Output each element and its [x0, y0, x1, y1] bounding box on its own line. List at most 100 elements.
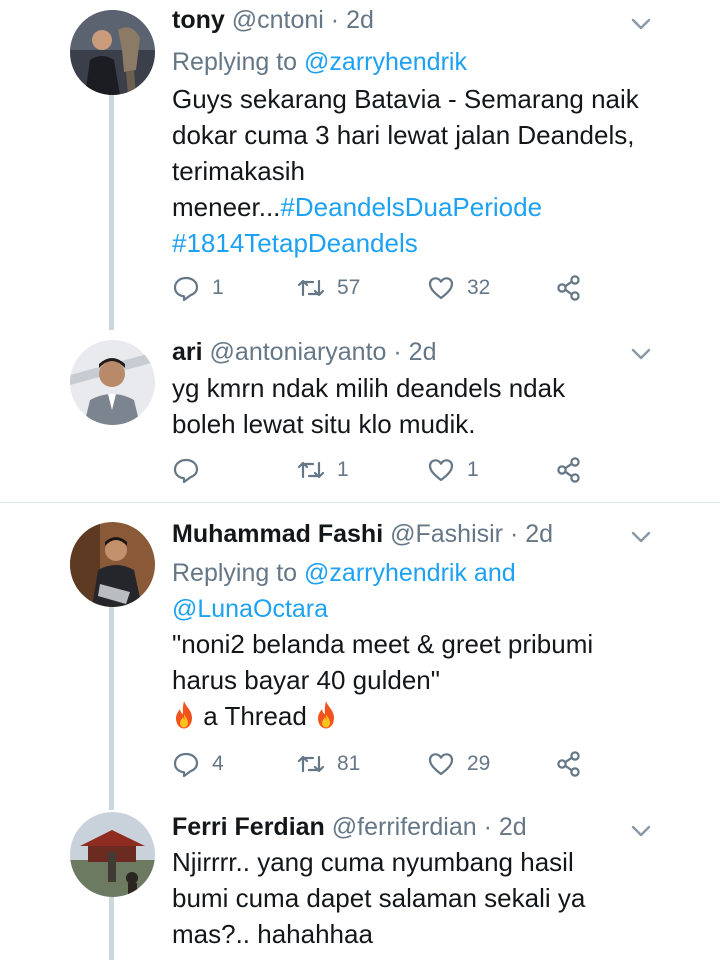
- display-name[interactable]: tony: [172, 6, 225, 34]
- tweet-header: tony @cntoni · 2d: [172, 4, 374, 36]
- replying-prefix: Replying to: [172, 559, 298, 587]
- tweet-text: "noni2 belanda meet & greet pribumi haru…: [172, 626, 593, 734]
- retweet-icon: [297, 279, 325, 297]
- thread-line: [109, 897, 114, 960]
- tweet-ferri-ferdian[interactable]: Ferri Ferdian @ferriferdian · 2d Njirrrr…: [0, 810, 720, 960]
- tweet-header: ari @antoniaryanto · 2d: [172, 336, 436, 368]
- like-button[interactable]: 32: [427, 268, 490, 308]
- reply-icon: [173, 752, 199, 778]
- username[interactable]: @cntoni: [232, 6, 324, 34]
- share-icon: [557, 457, 580, 483]
- thread-text: a Thread: [203, 701, 307, 731]
- retweet-button[interactable]: 1: [297, 450, 349, 490]
- avatar-image: [70, 10, 155, 95]
- timestamp[interactable]: 2d: [346, 6, 374, 34]
- display-name[interactable]: Ferri Ferdian: [172, 813, 325, 841]
- like-count: 1: [467, 458, 479, 481]
- chevron-down-icon[interactable]: [630, 346, 652, 362]
- heart-icon: [428, 753, 454, 776]
- avatar[interactable]: [70, 812, 155, 897]
- retweet-icon: [297, 755, 325, 773]
- text-fragment: meneer...: [172, 192, 281, 222]
- share-icon: [557, 751, 580, 777]
- chevron-down-icon[interactable]: [630, 529, 652, 545]
- separator: ·: [330, 6, 340, 34]
- tweet-tony[interactable]: tony @cntoni · 2d Replying to @zarryhend…: [0, 0, 720, 330]
- replying-prefix: Replying to: [172, 48, 298, 76]
- tweet-header: Muhammad Fashi @Fashisir · 2d: [172, 518, 553, 550]
- mention-link[interactable]: @zarryhendrik: [304, 48, 467, 76]
- avatar[interactable]: [70, 522, 155, 607]
- separator: ·: [509, 520, 519, 548]
- text-line: Guys sekarang Batavia - Semarang naik: [172, 84, 639, 114]
- text-line: mas?.. hahahhaa: [172, 919, 373, 949]
- tweet-text: Guys sekarang Batavia - Semarang naik do…: [172, 81, 639, 261]
- like-button[interactable]: 1: [427, 450, 479, 490]
- share-button[interactable]: [555, 450, 583, 490]
- text-line: #1814TetapDeandels: [172, 225, 639, 261]
- heart-icon: [428, 277, 454, 300]
- tweet-text: Njirrrr.. yang cuma nyumbang hasil bumi …: [172, 844, 585, 952]
- replying-and[interactable]: and: [474, 559, 516, 587]
- avatar-image: [70, 812, 155, 897]
- timestamp[interactable]: 2d: [409, 338, 437, 366]
- reply-count: 4: [212, 752, 224, 775]
- like-count: 32: [467, 276, 491, 299]
- retweet-count: 57: [337, 276, 361, 299]
- hashtag-link[interactable]: #1814TetapDeandels: [172, 228, 418, 258]
- fire-emoji: [176, 701, 192, 729]
- text-line: "noni2 belanda meet & greet pribumi: [172, 629, 594, 659]
- timestamp[interactable]: 2d: [525, 520, 553, 548]
- text-line: bumi cuma dapet salaman sekali ya: [172, 883, 586, 913]
- avatar-image: [70, 522, 155, 607]
- text-line: Njirrrr.. yang cuma nyumbang hasil: [172, 847, 574, 877]
- username[interactable]: @Fashisir: [390, 520, 503, 548]
- retweet-icon: [297, 461, 325, 479]
- tweet-muhammad-fashi[interactable]: Muhammad Fashi @Fashisir · 2d Replying t…: [0, 503, 720, 810]
- mention-link[interactable]: @zarryhendrik: [304, 559, 467, 587]
- retweet-count: 81: [337, 752, 361, 775]
- reply-icon: [173, 458, 199, 484]
- hashtag-link[interactable]: #DeandelsDuaPeriode: [280, 192, 542, 222]
- display-name[interactable]: ari: [172, 338, 203, 366]
- mention-link[interactable]: @LunaOctara: [172, 595, 328, 623]
- avatar[interactable]: [70, 340, 155, 425]
- tweet-text: yg kmrn ndak milih deandels ndak boleh l…: [172, 370, 565, 442]
- timestamp[interactable]: 2d: [499, 813, 527, 841]
- tweet-ari[interactable]: ari @antoniaryanto · 2d yg kmrn ndak mil…: [0, 330, 720, 502]
- share-button[interactable]: [555, 268, 583, 308]
- username[interactable]: @antoniaryanto: [210, 338, 387, 366]
- username[interactable]: @ferriferdian: [332, 813, 477, 841]
- heart-icon: [428, 459, 454, 482]
- separator: ·: [483, 813, 492, 841]
- text-line: terimakasih: [172, 156, 305, 186]
- display-name[interactable]: Muhammad Fashi: [172, 520, 383, 548]
- avatar[interactable]: [70, 10, 155, 95]
- separator: ·: [393, 338, 402, 366]
- share-icon: [557, 275, 580, 301]
- chevron-down-icon[interactable]: [630, 823, 652, 839]
- avatar-image: [70, 340, 155, 425]
- like-button[interactable]: 29: [427, 744, 490, 784]
- reply-count: 1: [212, 276, 224, 299]
- like-count: 29: [467, 752, 491, 775]
- text-line: yg kmrn ndak milih deandels ndak: [172, 373, 566, 403]
- reply-button[interactable]: [172, 450, 212, 490]
- tweet-header: Ferri Ferdian @ferriferdian · 2d: [172, 811, 527, 843]
- retweet-button[interactable]: 57: [297, 268, 360, 308]
- chevron-down-icon[interactable]: [630, 16, 652, 32]
- reply-button[interactable]: 4: [172, 744, 224, 784]
- share-button[interactable]: [555, 744, 583, 784]
- text-line: harus bayar 40 gulden": [172, 665, 440, 695]
- thread-line: [109, 607, 114, 810]
- text-line: boleh lewat situ klo mudik.: [172, 409, 476, 439]
- text-line: meneer...#DeandelsDuaPeriode: [172, 189, 639, 225]
- tweet-actions: 4 81 29: [172, 744, 602, 784]
- retweet-button[interactable]: 81: [297, 744, 360, 784]
- text-line: a Thread: [172, 698, 593, 734]
- replying-to: Replying to @zarryhendrik: [172, 44, 467, 80]
- thread-line: [109, 95, 114, 330]
- reply-icon: [173, 276, 199, 302]
- retweet-count: 1: [337, 458, 349, 481]
- reply-button[interactable]: 1: [172, 268, 224, 308]
